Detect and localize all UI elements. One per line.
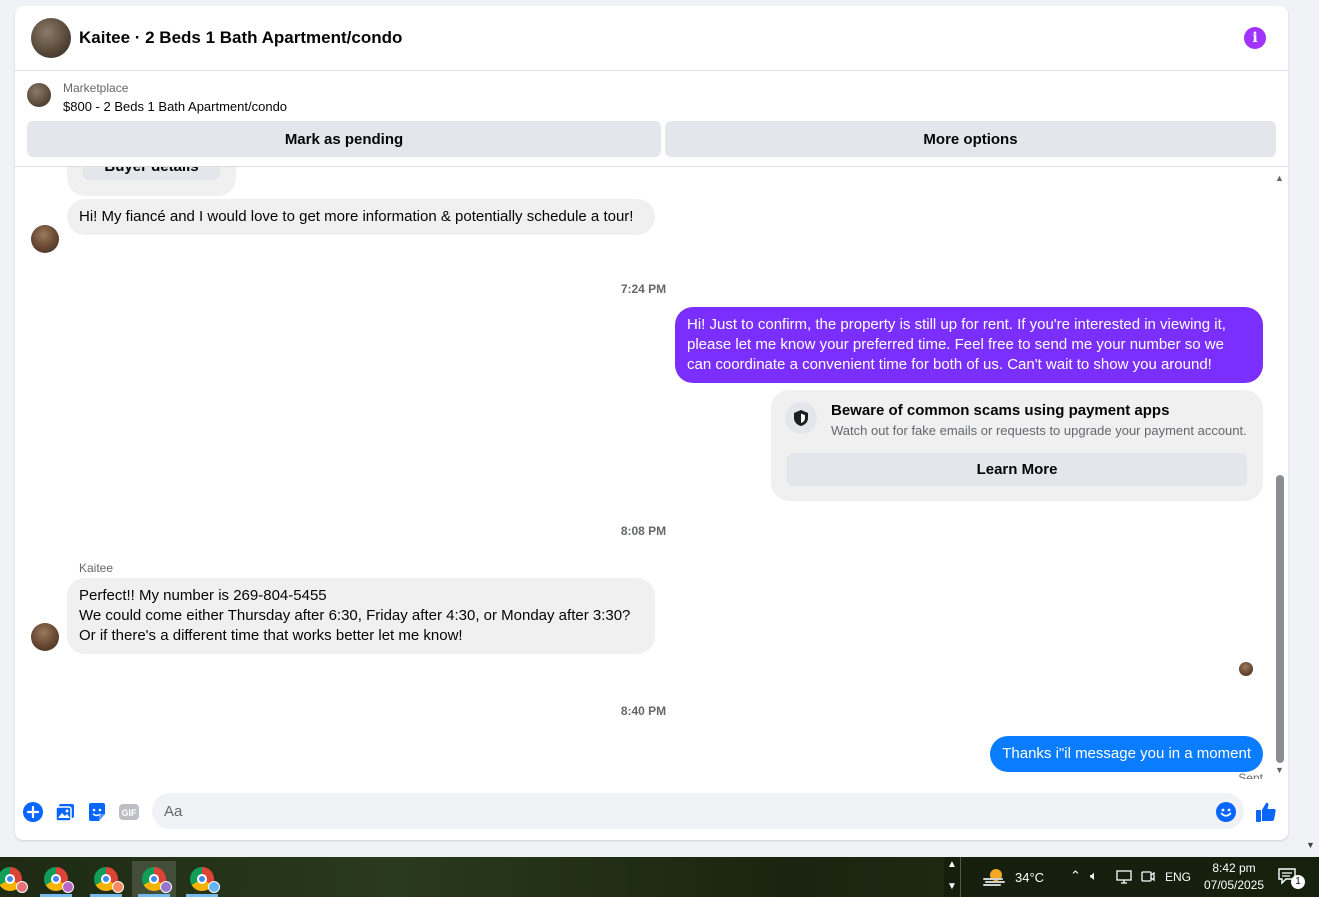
taskbar-scroll-up-icon[interactable]: ▲ (947, 859, 957, 870)
input-language[interactable]: ENG (1165, 870, 1191, 884)
scroll-thumb[interactable] (1276, 475, 1284, 763)
taskbar-chrome-profile-1[interactable] (0, 861, 32, 897)
message-input[interactable] (152, 793, 1244, 829)
message-line: We could come either Thursday after 6:30… (79, 607, 631, 644)
show-hidden-icons-chevron-icon[interactable]: ⌃ (1070, 868, 1081, 884)
thumbs-up-icon[interactable] (1255, 801, 1277, 823)
plus-icon[interactable] (22, 801, 44, 823)
message-composer: GIF (15, 779, 1288, 840)
taskbar-chrome-profile-4[interactable] (132, 861, 176, 897)
sent-status: Sent (1238, 771, 1263, 779)
message-bubble-incoming[interactable]: Hi! My fiancé and I would love to get mo… (67, 199, 655, 235)
scroll-up-arrow-icon[interactable]: ▲ (1275, 173, 1284, 183)
scroll-down-arrow-icon[interactable]: ▼ (1275, 765, 1284, 775)
profile-badge-icon (112, 881, 124, 893)
message-bubble-outgoing[interactable]: Hi! Just to confirm, the property is sti… (675, 307, 1263, 383)
windows-taskbar: ▲ ▼ 34°C ⌃ 🔈︎ ENG 8:42 pm 07/05/2025 1 (0, 857, 1319, 897)
meet-now-icon[interactable] (1141, 869, 1155, 890)
taskbar-chrome-profile-5[interactable] (180, 861, 224, 897)
conversation-avatar[interactable] (31, 18, 71, 58)
message-timestamp: 8:40 PM (620, 704, 667, 718)
marketplace-listing-banner: Marketplace $800 - 2 Beds 1 Bath Apartme… (15, 71, 1288, 167)
scam-warning-title: Beware of common scams using payment app… (831, 402, 1170, 419)
profile-badge-icon (208, 881, 220, 893)
clock-time[interactable]: 8:42 pm (1209, 861, 1259, 875)
sticker-icon[interactable] (86, 801, 108, 823)
notification-count-badge: 1 (1291, 875, 1305, 889)
taskbar-chrome-profile-3[interactable] (84, 861, 128, 897)
sender-avatar[interactable] (31, 225, 59, 253)
weather-temperature[interactable]: 34°C (1015, 870, 1044, 885)
message-list: Buyer details Hi! My fiancé and I would … (15, 167, 1272, 779)
profile-badge-icon (16, 881, 28, 893)
photo-icon[interactable] (54, 801, 76, 823)
message-bubble-incoming[interactable]: Perfect!! My number is 269-804-5455 We c… (67, 578, 655, 654)
system-tray: ▲ ▼ 34°C ⌃ 🔈︎ ENG 8:42 pm 07/05/2025 1 (944, 857, 1319, 897)
buyer-details-card: Buyer details (67, 167, 236, 196)
taskbar-scroll-down-icon[interactable]: ▼ (947, 881, 957, 892)
taskbar-chrome-profile-2[interactable] (34, 861, 78, 897)
scam-warning-card: Beware of common scams using payment app… (771, 390, 1263, 501)
message-scrollbar[interactable]: ▲ ▼ (1272, 167, 1288, 779)
conversation-title[interactable]: Kaitee · 2 Beds 1 Bath Apartment/condo (79, 28, 402, 48)
tray-divider (960, 857, 961, 897)
read-receipt-avatar (1239, 662, 1253, 676)
sender-avatar[interactable] (31, 623, 59, 651)
network-icon[interactable] (1116, 869, 1132, 890)
listing-thumbnail[interactable] (27, 83, 51, 107)
speaker-icon[interactable]: 🔈︎ (1090, 868, 1098, 884)
weather-icon[interactable] (982, 866, 1006, 893)
gif-icon[interactable]: GIF (118, 801, 140, 823)
message-bubble-outgoing[interactable]: Thanks i"il message you in a moment (990, 736, 1263, 772)
gif-label: GIF (122, 808, 138, 818)
listing-title[interactable]: $800 - 2 Beds 1 Bath Apartment/condo (63, 99, 287, 114)
profile-badge-icon (62, 881, 74, 893)
chat-window: Kaitee · 2 Beds 1 Bath Apartment/condo i… (15, 6, 1288, 840)
message-timestamp: 8:08 PM (620, 524, 667, 538)
more-options-button[interactable]: More options (665, 121, 1276, 157)
message-timestamp: 7:24 PM (620, 282, 667, 296)
emoji-icon[interactable] (1215, 801, 1237, 823)
clock-date[interactable]: 07/05/2025 (1200, 878, 1268, 892)
buyer-details-button[interactable]: Buyer details (83, 167, 220, 180)
scam-warning-subtitle: Watch out for fake emails or requests to… (831, 423, 1247, 438)
listing-source-label: Marketplace (63, 81, 129, 95)
sender-name: Kaitee (79, 561, 114, 575)
page-scroll-down-icon[interactable]: ▼ (1306, 840, 1315, 850)
mark-as-pending-button[interactable]: Mark as pending (27, 121, 661, 157)
shield-icon (785, 402, 817, 434)
profile-badge-icon (160, 881, 172, 893)
learn-more-button[interactable]: Learn More (787, 453, 1247, 486)
info-icon[interactable]: i (1244, 27, 1266, 49)
message-line: Perfect!! My number is 269-804-5455 (79, 587, 327, 604)
chat-header: Kaitee · 2 Beds 1 Bath Apartment/condo i (15, 6, 1288, 71)
